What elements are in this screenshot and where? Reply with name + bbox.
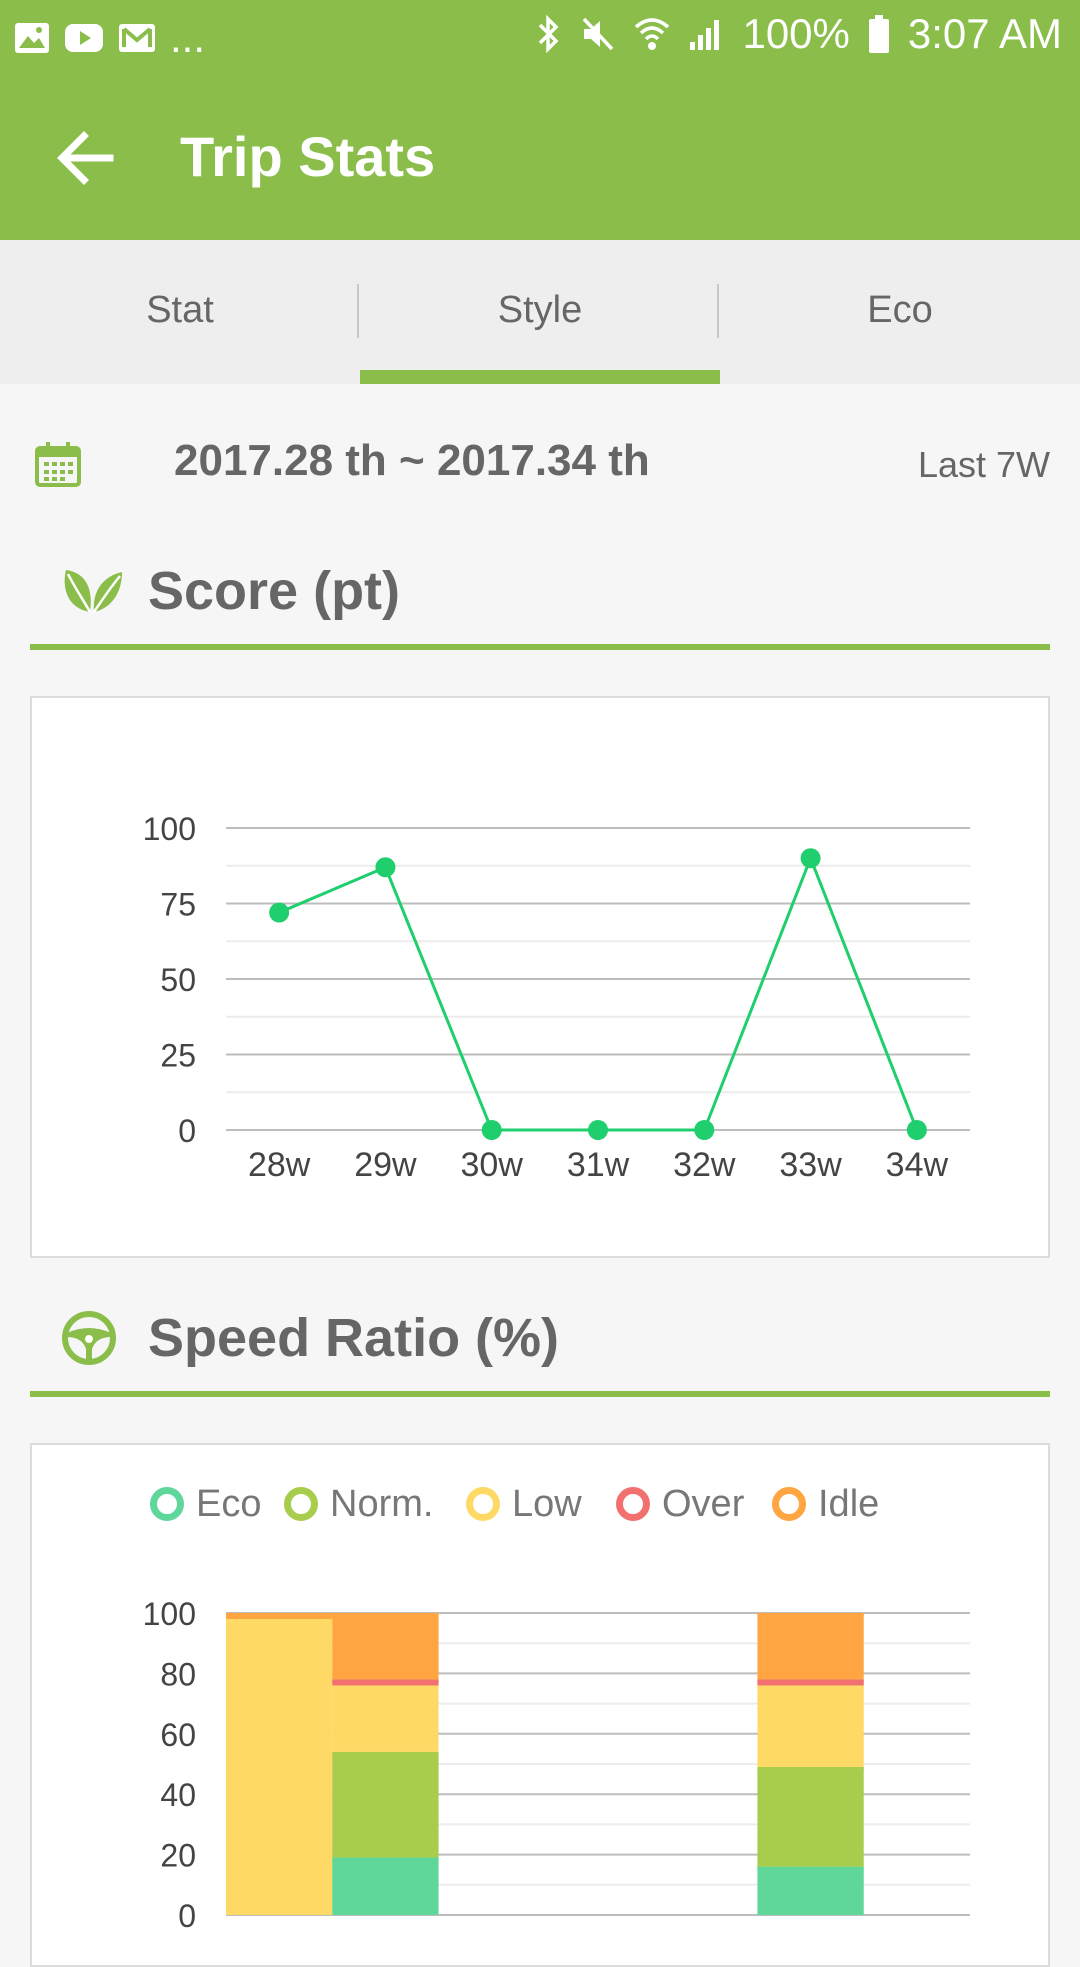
score-chart-card: 0 25 50 75 100 28w 29w 30w 31w 32w 33w 34w	[30, 696, 1050, 1258]
gmail-icon	[118, 23, 156, 53]
bar-segment-eco	[757, 1866, 864, 1915]
x-tick-label: 30w	[461, 1146, 524, 1184]
score-data-point	[588, 1120, 608, 1140]
status-bar-system: 100% 3:07 AM	[536, 10, 1062, 58]
bar-segment-low	[332, 1685, 439, 1752]
bar-segment-edge	[757, 1866, 864, 1871]
score-data-point	[800, 848, 821, 869]
score-section-header: Score (pt)	[30, 550, 1050, 650]
bar-segment-edge	[757, 1613, 864, 1617]
arrow-back-icon	[57, 131, 114, 185]
bar-segment-norm	[332, 1751, 439, 1858]
youtube-icon	[64, 23, 104, 53]
score-data-point	[375, 857, 396, 878]
section-underline	[30, 644, 1050, 650]
speed-section-header: Speed Ratio (%)	[30, 1297, 1050, 1397]
app-bar: Trip Stats	[0, 76, 1080, 240]
score-data-point	[906, 1120, 927, 1140]
status-bar: ... 100% 3:07 AM	[0, 0, 1080, 76]
tab-bar: Stat Style Eco	[0, 240, 1080, 384]
tab-divider	[357, 284, 359, 338]
bar-segment-low	[226, 1619, 333, 1915]
bar-segment-edge	[332, 1857, 439, 1862]
bar-segment-norm	[757, 1767, 864, 1867]
speed-chart-card: Eco Norm. Low Over Idle 0 20 40 60 80 100	[30, 1443, 1050, 1967]
mute-icon	[580, 15, 616, 53]
score-section-title: Score (pt)	[148, 561, 401, 621]
status-bar-notifications: ...	[14, 14, 205, 62]
bar-segment-edge	[757, 1767, 864, 1772]
y-tick-label: 0	[178, 1113, 196, 1149]
date-row: 2017.28 th ~ 2017.34 th Last 7W	[0, 384, 1080, 544]
y-tick-label: 50	[160, 962, 196, 998]
tab-stat[interactable]: Stat	[0, 240, 360, 384]
period-label: Last 7W	[917, 444, 1050, 485]
leaf-icon	[60, 562, 124, 623]
bar-segment-edge	[332, 1613, 439, 1617]
x-tick-label: 33w	[779, 1146, 842, 1184]
y-tick-label: 20	[160, 1838, 196, 1874]
x-tick-label: 29w	[354, 1146, 417, 1184]
y-tick-label: 60	[160, 1717, 196, 1753]
speed-bar-chart: 0 20 40 60 80 100	[143, 1596, 970, 1934]
more-notifications: ...	[170, 14, 206, 61]
page-title: Trip Stats	[180, 125, 436, 188]
x-tick-label: 32w	[673, 1146, 736, 1184]
speed-section-title: Speed Ratio (%)	[148, 1308, 560, 1368]
date-range[interactable]: 2017.28 th ~ 2017.34 th	[174, 436, 650, 486]
clock: 3:07 AM	[907, 10, 1062, 57]
y-tick-label: 0	[178, 1898, 196, 1934]
bar-segment-edge	[332, 1685, 439, 1690]
bar-segment-eco	[332, 1857, 439, 1915]
back-button[interactable]	[50, 126, 120, 190]
x-tick-label: 34w	[886, 1146, 949, 1184]
bar-segment-idle	[332, 1613, 439, 1680]
bluetooth-icon	[536, 14, 562, 54]
y-tick-label: 40	[160, 1777, 196, 1813]
bar-segment-edge	[757, 1679, 864, 1684]
signal-icon	[688, 16, 724, 52]
score-data-point	[481, 1120, 502, 1140]
section-underline	[30, 1391, 1050, 1397]
tab-divider	[717, 284, 719, 338]
steering-wheel-icon	[60, 1309, 118, 1372]
y-tick-label: 100	[143, 1596, 196, 1632]
tab-indicator	[360, 370, 720, 384]
score-line-chart: 0 25 50 75 100 28w 29w 30w 31w 32w 33w 34w	[143, 811, 970, 1184]
y-tick-label: 100	[143, 811, 196, 847]
wifi-icon	[634, 15, 670, 53]
x-tick-label: 28w	[248, 1146, 311, 1184]
bar-segment-edge	[226, 1619, 333, 1624]
battery-percent: 100%	[742, 10, 850, 57]
y-tick-label: 25	[160, 1038, 196, 1074]
y-tick-label: 75	[160, 887, 196, 923]
score-data-point	[269, 902, 290, 923]
tab-style[interactable]: Style	[360, 240, 720, 384]
calendar-icon[interactable]	[34, 440, 82, 493]
y-tick-label: 80	[160, 1656, 196, 1692]
x-tick-label: 31w	[567, 1146, 630, 1184]
bar-segment-idle	[757, 1613, 864, 1680]
battery-icon	[868, 14, 890, 54]
bar-segment-edge	[332, 1679, 439, 1684]
score-data-point	[694, 1120, 715, 1140]
bar-segment-edge	[226, 1613, 333, 1617]
bar-segment-edge	[757, 1685, 864, 1690]
score-series-line	[278, 854, 919, 1132]
tab-eco[interactable]: Eco	[720, 240, 1080, 384]
bar-segment-edge	[332, 1751, 439, 1756]
bar-segment-low	[757, 1685, 864, 1768]
gallery-icon	[14, 22, 50, 54]
